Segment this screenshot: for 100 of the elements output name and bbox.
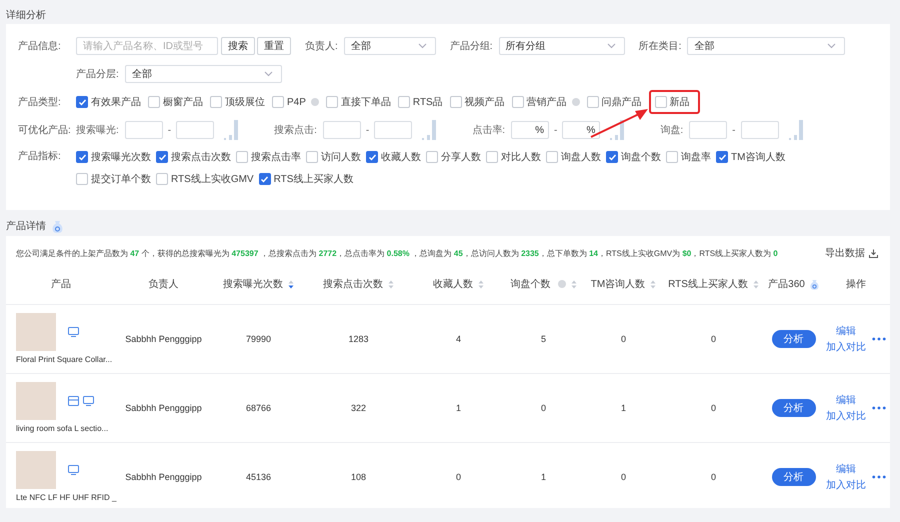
column-header: 操作 (846, 278, 866, 291)
range-dash: - (366, 124, 370, 136)
checkbox[interactable] (272, 96, 284, 108)
search-button[interactable]: 搜索 (221, 37, 255, 55)
layout-icon[interactable] (68, 396, 79, 406)
checkbox[interactable] (210, 96, 222, 108)
checkbox-label[interactable]: 对比人数 (501, 150, 541, 164)
chevron-icon (606, 43, 616, 49)
table-cell: Sabbhh Pengggipp (125, 472, 202, 482)
checkbox-label[interactable]: 营销产品 (526, 95, 567, 109)
export-link[interactable]: 导出数据 (825, 246, 878, 260)
checkbox[interactable] (156, 151, 168, 163)
checkbox[interactable] (586, 96, 599, 108)
number-field[interactable] (322, 121, 361, 139)
dropdown[interactable]: 全部 (687, 37, 846, 55)
checkbox-label[interactable]: 分享人数 (441, 150, 481, 164)
checkbox-label[interactable]: 直接下单品 (340, 95, 391, 109)
number-field[interactable] (176, 121, 214, 139)
checkbox[interactable] (236, 151, 248, 163)
checkbox[interactable] (606, 151, 618, 163)
number-field[interactable] (124, 121, 163, 139)
checkbox-label[interactable]: 提交订单个数 (91, 172, 151, 186)
table-cell: 79990 (246, 334, 272, 344)
checkbox-label[interactable]: 询盘人数 (561, 150, 601, 164)
checkbox-label[interactable]: 顶级展位 (225, 95, 265, 109)
table-cell: Sabbhh Pengggipp (125, 403, 202, 413)
field-label: 可优化产品: (18, 124, 72, 137)
checkbox[interactable] (716, 151, 728, 163)
checkbox-label[interactable]: 访问人数 (321, 150, 361, 164)
checkbox[interactable] (258, 173, 271, 185)
product-name[interactable]: Lte NFC LF HF UHF RFID _ (16, 493, 116, 503)
money-bag-icon (52, 220, 63, 232)
more-icon[interactable] (872, 337, 886, 341)
checkbox[interactable] (76, 151, 88, 163)
reset-button[interactable]: 重置 (257, 37, 291, 55)
field-label: 负责人: (305, 40, 338, 53)
edit-link[interactable]: 编辑 (836, 462, 856, 476)
monitor-icon[interactable] (83, 396, 94, 406)
checkbox-label[interactable]: RTS线上买家人数 (274, 172, 354, 186)
product-name[interactable]: living room sofa L sectio... (16, 424, 108, 434)
monitor-icon[interactable] (68, 327, 79, 337)
checkbox-label[interactable]: 有效果产品 (91, 95, 141, 109)
checkbox[interactable] (546, 151, 558, 163)
checkbox[interactable] (326, 96, 338, 108)
table-cell: 5 (540, 334, 546, 344)
checkbox[interactable] (148, 96, 160, 108)
compare-link[interactable]: 加入对比 (826, 340, 866, 354)
checkbox-label[interactable]: RTS线上实收GMV (171, 172, 254, 186)
number-field[interactable] (689, 121, 728, 139)
compare-link[interactable]: 加入对比 (826, 478, 866, 492)
sort-icon[interactable] (288, 280, 294, 288)
number-field[interactable] (740, 121, 778, 139)
info-icon (572, 98, 580, 106)
analyze-button[interactable]: 分析 (772, 468, 816, 486)
analyze-button[interactable]: 分析 (772, 330, 816, 348)
checkbox[interactable] (426, 151, 438, 163)
number-field[interactable] (374, 121, 412, 139)
analyze-button[interactable]: 分析 (772, 399, 816, 417)
checkbox[interactable] (156, 173, 168, 185)
column-header: 询盘个数 (510, 278, 550, 291)
checkbox[interactable] (486, 151, 498, 163)
checkbox[interactable] (76, 173, 88, 185)
checkbox-label[interactable]: 搜索曝光次数 (91, 150, 151, 164)
field-label: 产品类型: (18, 96, 62, 109)
checkbox-label[interactable]: 问鼎产品 (602, 95, 642, 109)
more-icon[interactable] (872, 475, 886, 479)
checkbox-label[interactable]: 搜索点击次数 (171, 150, 231, 164)
checkbox[interactable] (398, 96, 410, 108)
compare-link[interactable]: 加入对比 (826, 409, 866, 423)
product-name[interactable]: Floral Print Square Collar... (16, 355, 112, 365)
checkbox-label[interactable]: RTS品 (412, 95, 443, 109)
dropdown[interactable]: 全部 (124, 65, 282, 83)
checkbox-label[interactable]: 询盘个数 (621, 150, 661, 164)
checkbox-label[interactable]: 搜索点击率 (251, 150, 301, 164)
search-field[interactable]: 请输入产品名称、ID或型号 (76, 37, 218, 55)
checkbox[interactable] (654, 96, 667, 108)
monitor-icon[interactable] (68, 465, 79, 475)
checkbox[interactable] (666, 151, 678, 163)
checkbox-label[interactable]: 询盘率 (681, 150, 711, 164)
edit-link[interactable]: 编辑 (836, 393, 856, 407)
column-header: RTS线上买家人数 (668, 278, 748, 291)
checkbox[interactable] (76, 96, 88, 108)
checkbox[interactable] (366, 151, 378, 163)
checkbox-label[interactable]: 视频产品 (464, 95, 505, 109)
dropdown[interactable]: 全部 (344, 37, 436, 55)
checkbox-label[interactable]: 橱窗产品 (163, 95, 203, 109)
field-label: 产品分层: (76, 68, 119, 81)
dropdown[interactable]: 所有分组 (498, 37, 625, 55)
checkbox[interactable] (306, 151, 318, 163)
edit-link[interactable]: 编辑 (836, 324, 856, 338)
checkbox-label[interactable]: 新品 (670, 95, 690, 109)
field-label: 产品信息: (18, 40, 62, 53)
number-field[interactable]: % (511, 121, 550, 139)
checkbox-label[interactable]: P4P (287, 96, 306, 108)
checkbox[interactable] (512, 96, 524, 108)
number-field[interactable]: % (562, 121, 600, 139)
checkbox-label[interactable]: 收藏人数 (381, 150, 421, 164)
checkbox-label[interactable]: TM咨询人数 (731, 150, 786, 164)
more-icon[interactable] (872, 406, 886, 410)
checkbox[interactable] (450, 96, 462, 108)
